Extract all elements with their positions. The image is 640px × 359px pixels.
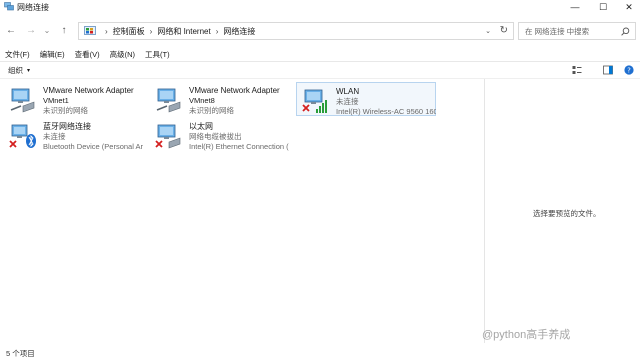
connections-list: VMware Network Adapter VMnet1 未识别的网络 VMw… [0, 79, 484, 343]
menu-edit[interactable]: 编辑(E) [40, 49, 65, 60]
connection-text: VMware Network Adapter VMnet1 未识别的网络 [43, 86, 143, 116]
bluetooth-adapter-icon [9, 124, 36, 148]
organize-button[interactable]: 组织 ▾ [8, 65, 30, 76]
control-panel-icon [84, 26, 96, 35]
preview-empty-message: 选择要预览的文件。 [533, 209, 601, 218]
maximize-icon: ☐ [598, 1, 608, 12]
breadcrumb-separator: › [105, 26, 108, 36]
forward-button[interactable]: → [24, 23, 38, 37]
chevron-down-icon: ▾ [27, 68, 31, 74]
connection-text: WLAN 未连接 Intel(R) Wireless-AC 9560 160..… [336, 87, 436, 117]
view-options-icon[interactable] [572, 65, 582, 75]
preview-pane-icon[interactable] [603, 65, 613, 75]
up-button[interactable]: ↑ [57, 23, 71, 37]
connection-name: VMware Network Adapter [189, 86, 280, 95]
menu-bar: 文件(F) 编辑(E) 查看(V) 高级(N) 工具(T) [0, 47, 175, 61]
title-bar: 网络连接 — ☐ ✕ [0, 0, 640, 14]
help-icon[interactable]: ? [624, 65, 634, 75]
back-arrow-icon: ← [6, 24, 16, 36]
address-bar[interactable]: › 控制面板 › 网络和 Internet › 网络连接 ⌄ ↻ [78, 22, 514, 40]
organize-label: 组织 [8, 66, 23, 75]
preview-pane: 选择要预览的文件。 [484, 79, 640, 343]
status-bar: 5 个项目 [0, 343, 640, 359]
connection-name: 以太网 [189, 122, 213, 131]
connection-status: 未识别的网络 [43, 106, 88, 115]
connection-item-ethernet[interactable]: 以太网 网络电缆被拔出 Intel(R) Ethernet Connection… [150, 118, 290, 152]
address-dropdown-icon[interactable]: ⌄ [485, 27, 491, 35]
connection-device: Intel(R) Wireless-AC 9560 160... [336, 107, 436, 116]
breadcrumb-network-internet[interactable]: 网络和 Internet [157, 26, 210, 37]
connection-text: 蓝牙网络连接 未连接 Bluetooth Device (Personal Ar… [43, 122, 143, 152]
watermark: @python高手养成 [482, 329, 571, 341]
ethernet-adapter-icon [155, 124, 181, 149]
connection-name: VMware Network Adapter [43, 86, 134, 95]
item-count: 5 个项目 [6, 349, 35, 358]
connection-name: 蓝牙网络连接 [43, 122, 91, 131]
connection-name: WLAN [336, 87, 360, 96]
menu-view[interactable]: 查看(V) [75, 49, 100, 60]
back-button[interactable]: ← [4, 23, 18, 37]
chevron-down-icon: ⌄ [43, 25, 51, 35]
command-bar: 组织 ▾ ? [0, 62, 640, 78]
ethernet-adapter-icon [156, 88, 181, 113]
network-connections-icon [4, 2, 14, 11]
minimize-icon: — [570, 2, 580, 12]
connection-item-vmnet1[interactable]: VMware Network Adapter VMnet1 未识别的网络 [4, 82, 144, 116]
search-icon [621, 27, 630, 36]
connection-subname: VMnet1 [43, 96, 69, 105]
search-box[interactable]: 在 网络连接 中搜索 [518, 22, 636, 40]
up-arrow-icon: ↑ [61, 24, 67, 36]
connection-status: 未识别的网络 [189, 106, 234, 115]
refresh-icon[interactable]: ↻ [500, 25, 508, 36]
minimize-button[interactable]: — [562, 0, 588, 14]
connection-text: 以太网 网络电缆被拔出 Intel(R) Ethernet Connection… [189, 122, 289, 152]
ethernet-adapter-icon [10, 88, 35, 113]
maximize-button[interactable]: ☐ [590, 0, 616, 14]
breadcrumb-separator: › [149, 26, 153, 36]
breadcrumb-separator: › [215, 26, 219, 36]
recent-locations-button[interactable]: ⌄ [40, 23, 54, 37]
connection-subname: VMnet8 [189, 96, 215, 105]
connection-device: Bluetooth Device (Personal Ar... [43, 142, 143, 151]
wifi-adapter-icon [302, 89, 327, 113]
close-icon: ✕ [625, 1, 633, 12]
breadcrumb-control-panel[interactable]: 控制面板 [113, 26, 145, 37]
breadcrumb-network-connections[interactable]: 网络连接 [223, 26, 255, 37]
connection-item-wlan[interactable]: WLAN 未连接 Intel(R) Wireless-AC 9560 160..… [296, 82, 436, 116]
menu-tools[interactable]: 工具(T) [145, 49, 170, 60]
navigation-bar: ← → ⌄ ↑ › 控制面板 › 网络和 Internet › 网络连接 ⌄ ↻… [0, 18, 640, 44]
menu-advanced[interactable]: 高级(N) [110, 49, 135, 60]
connection-status: 未连接 [336, 97, 359, 106]
connection-device: Intel(R) Ethernet Connection (7... [189, 142, 289, 151]
menu-file[interactable]: 文件(F) [5, 49, 30, 60]
search-placeholder: 在 网络连接 中搜索 [525, 26, 590, 36]
svg-text:?: ? [627, 67, 631, 75]
connection-status: 网络电缆被拔出 [189, 132, 242, 141]
forward-arrow-icon: → [26, 24, 36, 36]
close-button[interactable]: ✕ [616, 0, 640, 14]
connection-item-bluetooth[interactable]: 蓝牙网络连接 未连接 Bluetooth Device (Personal Ar… [4, 118, 144, 152]
connection-status: 未连接 [43, 132, 66, 141]
window-title: 网络连接 [17, 3, 49, 12]
connection-item-vmnet8[interactable]: VMware Network Adapter VMnet8 未识别的网络 [150, 82, 290, 116]
connection-text: VMware Network Adapter VMnet8 未识别的网络 [189, 86, 289, 116]
